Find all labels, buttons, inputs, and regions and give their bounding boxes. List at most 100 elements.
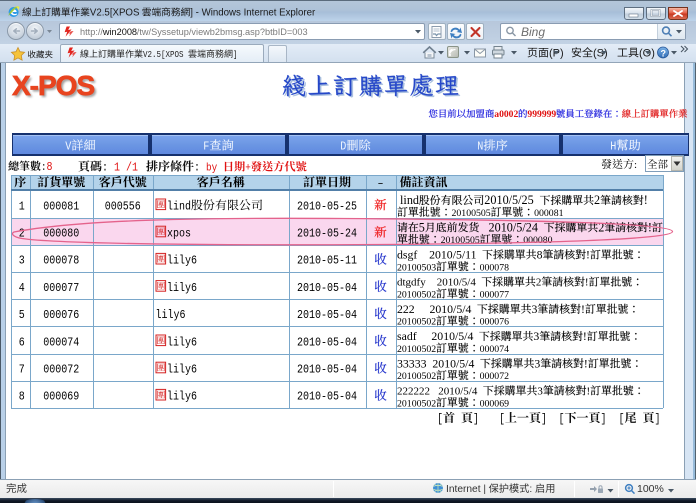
svg-text:20100502: 20100502 — [397, 398, 436, 409]
svg-text:2010-05-04: 2010-05-04 — [297, 281, 357, 295]
svg-text:20100503: 20100503 — [397, 262, 436, 273]
svg-text:20100502: 20100502 — [397, 344, 436, 355]
svg-text:http://: http:// — [80, 27, 103, 37]
svg-text:lily6: lily6 — [156, 308, 186, 322]
svg-text::: : — [102, 161, 114, 175]
svg-text:000081: 000081 — [43, 199, 79, 213]
svg-text:6: 6 — [19, 335, 25, 349]
svg-text:7: 7 — [19, 363, 25, 377]
svg-text:(O): (O) — [639, 48, 655, 60]
svg-text:000074: 000074 — [480, 344, 509, 355]
svg-text:]: ] — [541, 412, 547, 426]
svg-text:1 /1: 1 /1 — [114, 161, 138, 175]
svg-text:!: ! — [586, 248, 590, 262]
svg-text:[: [ — [437, 412, 443, 426]
svg-text:2010-05-25: 2010-05-25 — [297, 199, 357, 213]
svg-text:lily6: lily6 — [167, 254, 197, 268]
svg-text:V: V — [65, 140, 72, 154]
svg-text:]: ] — [655, 412, 661, 426]
svg-text:/tw/Syssetup/viewb2bmsg.asp?bt: /tw/Syssetup/viewb2bmsg.asp?btbID=003 — [137, 27, 308, 37]
svg-text:000076: 000076 — [480, 317, 509, 328]
svg-text::: : — [529, 484, 535, 495]
svg-text:by: by — [206, 163, 223, 175]
svg-text:3: 3 — [533, 329, 539, 343]
svg-text:222 2010/5/4: 222 2010/5/4 — [397, 302, 477, 316]
svg-text:sadf 2010/5/4: sadf 2010/5/4 — [397, 329, 479, 343]
svg-text:2010/5/25: 2010/5/25 — [484, 193, 540, 207]
svg-text:000072: 000072 — [43, 363, 79, 377]
svg-text:8: 8 — [47, 160, 53, 174]
svg-text:000069: 000069 — [43, 390, 79, 404]
svg-text::: : — [194, 161, 206, 175]
svg-text:V2.5[XPOS: V2.5[XPOS — [143, 50, 188, 60]
svg-text:]: ] — [233, 50, 238, 60]
svg-text:!: ! — [586, 386, 590, 398]
svg-text:D: D — [340, 140, 346, 154]
svg-text:20100502: 20100502 — [397, 317, 436, 328]
svg-text:000069: 000069 — [480, 398, 509, 409]
svg-text:2010-05-04: 2010-05-04 — [297, 363, 357, 377]
svg-text:5: 5 — [19, 308, 25, 322]
svg-text:lily6: lily6 — [167, 390, 197, 404]
svg-text:20100502: 20100502 — [397, 290, 436, 301]
svg-text::: : — [634, 159, 637, 171]
svg-text:!: ! — [581, 302, 585, 316]
svg-text:lind: lind — [167, 199, 191, 213]
svg-text:lily6: lily6 — [167, 281, 197, 295]
svg-text:(S): (S) — [593, 48, 608, 60]
svg-text:2: 2 — [598, 220, 604, 234]
svg-text:000077: 000077 — [480, 290, 509, 301]
svg-text:2010/5/24: 2010/5/24 — [479, 220, 544, 234]
svg-text:000080: 000080 — [523, 235, 552, 246]
svg-text:] - Windows Internet Explorer: ] - Windows Internet Explorer — [190, 8, 316, 19]
svg-text:3: 3 — [534, 356, 540, 370]
svg-text:000077: 000077 — [43, 281, 79, 295]
svg-text:+: + — [245, 163, 251, 175]
svg-text:dtgdfy 2010/5/4: dtgdfy 2010/5/4 — [397, 277, 481, 289]
svg-text:4: 4 — [19, 281, 25, 295]
svg-text:!: ! — [648, 220, 652, 234]
svg-text:a0002: a0002 — [494, 109, 518, 120]
svg-text:20100502: 20100502 — [397, 371, 436, 382]
svg-text:V2.5[XPOS: V2.5[XPOS — [90, 8, 142, 19]
svg-text:?: ? — [661, 49, 667, 59]
svg-text:!: ! — [585, 277, 589, 289]
svg-text:000556: 000556 — [105, 199, 141, 213]
svg-text:000078: 000078 — [43, 254, 79, 268]
svg-text:!: ! — [644, 193, 648, 207]
svg-text:8: 8 — [537, 248, 543, 262]
svg-text:3: 3 — [531, 302, 537, 316]
svg-text:2010-05-04: 2010-05-04 — [297, 308, 357, 322]
svg-text:000072: 000072 — [480, 371, 509, 382]
svg-text:5: 5 — [419, 220, 425, 234]
svg-text:000080: 000080 — [43, 227, 79, 241]
svg-text:000081: 000081 — [534, 208, 563, 219]
svg-text:dsgf 2010/5/11: dsgf 2010/5/11 — [397, 248, 482, 262]
svg-text:!: ! — [583, 329, 587, 343]
svg-text:[: [ — [619, 412, 625, 426]
svg-text:[: [ — [559, 412, 565, 426]
svg-text:100%: 100% — [637, 483, 664, 495]
svg-text:20100505: 20100505 — [452, 208, 491, 219]
svg-text:1: 1 — [19, 199, 25, 213]
svg-text:]: ] — [473, 412, 479, 426]
svg-text:8: 8 — [19, 390, 25, 404]
svg-text:lily6: lily6 — [167, 363, 197, 377]
svg-text:3: 3 — [537, 386, 543, 398]
svg-text:3: 3 — [19, 254, 25, 268]
svg-text:222222 2010/5/4: 222222 2010/5/4 — [397, 386, 483, 398]
svg-text:000076: 000076 — [43, 308, 79, 322]
svg-text:Internet |: Internet | — [446, 484, 489, 495]
svg-text:2010-05-04: 2010-05-04 — [297, 390, 357, 404]
svg-text:2010-05-04: 2010-05-04 — [297, 335, 357, 349]
svg-text:]: ] — [601, 412, 607, 426]
svg-text:!: ! — [584, 356, 588, 370]
svg-text:N: N — [477, 140, 483, 154]
svg-text:2010-05-24: 2010-05-24 — [297, 227, 357, 241]
svg-text:[: [ — [499, 412, 505, 426]
svg-text:F: F — [203, 140, 209, 154]
svg-text:2010-05-11: 2010-05-11 — [297, 254, 357, 268]
svg-text:Bing: Bing — [521, 25, 545, 39]
svg-text:win2008: win2008 — [102, 27, 137, 37]
svg-text:xpos: xpos — [167, 227, 191, 241]
